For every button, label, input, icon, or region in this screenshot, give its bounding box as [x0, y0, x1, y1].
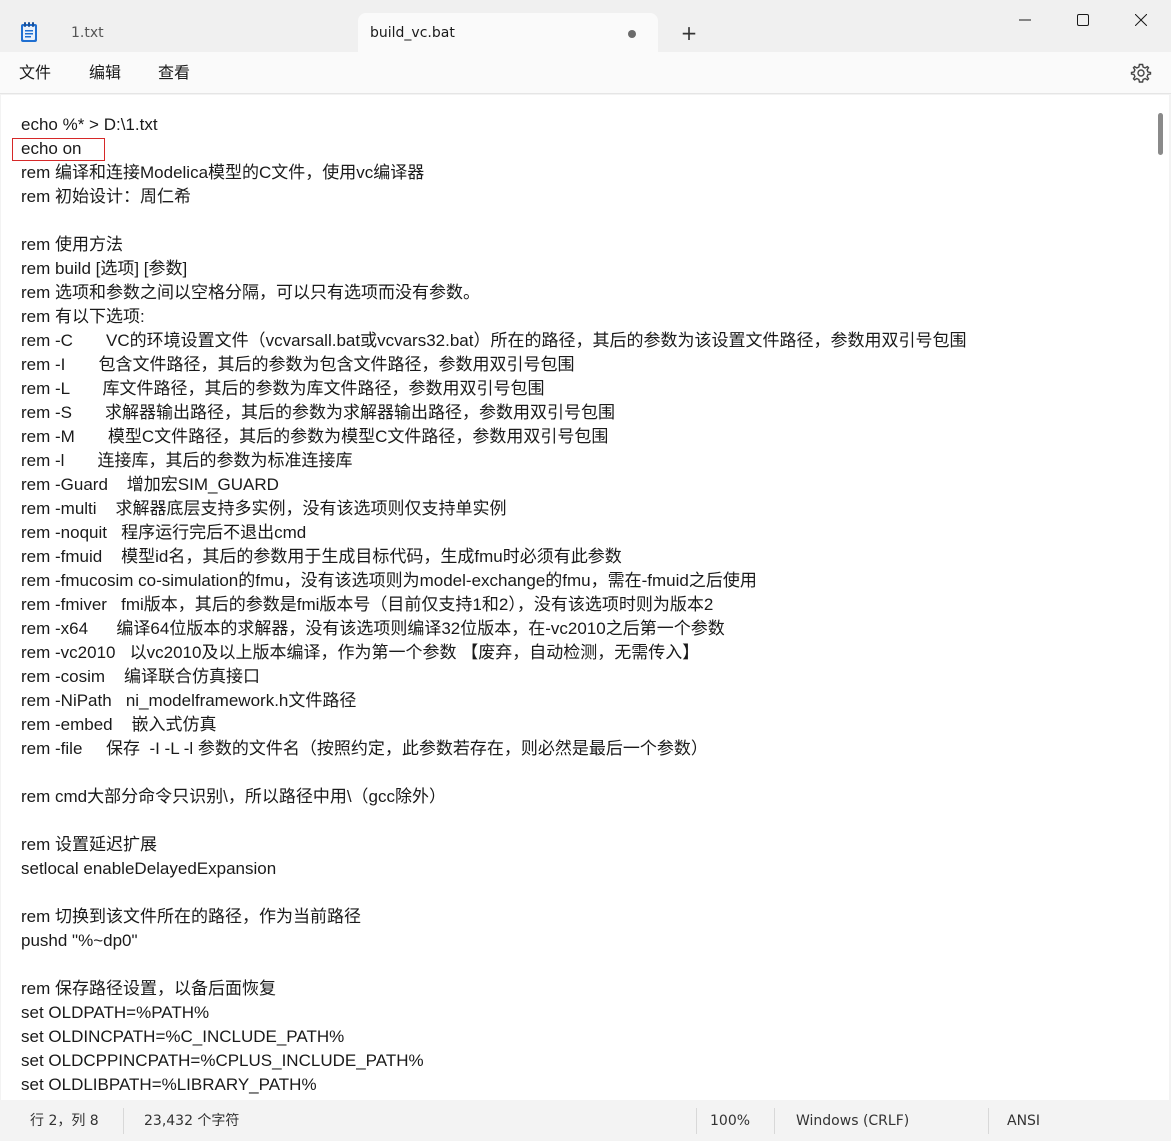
maximize-icon	[1077, 14, 1089, 26]
encoding[interactable]: ANSI	[1007, 1111, 1040, 1131]
status-divider	[123, 1108, 124, 1134]
minimize-button[interactable]	[996, 0, 1054, 40]
minimize-icon	[1019, 19, 1031, 21]
code-line: rem 设置延迟扩展	[21, 835, 157, 854]
code-line: rem 切换到该文件所在的路径，作为当前路径	[21, 907, 361, 926]
status-divider	[696, 1108, 697, 1134]
code-line: rem build [选项] [参数]	[21, 259, 188, 278]
code-line: rem -vc2010 以vc2010及以上版本编译，作为第一个参数 【废弃，自…	[21, 643, 700, 662]
code-line: rem -fmucosim co-simulation的fmu，没有该选项则为m…	[21, 571, 757, 590]
zoom-level[interactable]: 100%	[710, 1111, 750, 1131]
code-line: rem -I 包含文件路径，其后的参数为包含文件路径，参数用双引号包围	[21, 355, 575, 374]
code-line: rem 编译和连接Modelica模型的C文件，使用vc编译器	[21, 163, 425, 182]
vertical-scrollbar[interactable]	[1158, 113, 1163, 155]
tab-label: build_vc.bat	[370, 24, 455, 41]
close-button[interactable]	[1112, 0, 1170, 40]
status-divider	[988, 1108, 989, 1134]
tab-build-vc-bat[interactable]: build_vc.bat	[358, 13, 658, 52]
code-line: rem -M 模型C文件路径，其后的参数为模型C文件路径，参数用双引号包围	[21, 427, 609, 446]
menu-file[interactable]: 文件	[19, 61, 51, 85]
tab-label: 1.txt	[71, 24, 104, 41]
code-line: rem -Guard 增加宏SIM_GUARD	[21, 475, 279, 494]
code-line: echo on	[21, 139, 82, 158]
status-bar: 行 2，列 8 23,432 个字符 100% Windows (CRLF) A…	[0, 1100, 1171, 1141]
code-content[interactable]: echo %* > D:\1.txt echo on rem 编译和连接Modeli…	[21, 113, 966, 1097]
code-line: rem -file 保存 -I -L -l 参数的文件名（按照约定，此参数若存在…	[21, 739, 708, 758]
code-line: rem -fmuid 模型id名，其后的参数用于生成目标代码，生成fmu时必须有…	[21, 547, 622, 566]
code-line: rem 有以下选项:	[21, 307, 145, 326]
new-tab-button[interactable]: +	[672, 20, 706, 46]
code-line: rem 保存路径设置，以备后面恢复	[21, 979, 276, 998]
menu-bar: 文件 编辑 查看	[0, 52, 1171, 94]
code-line: setlocal enableDelayedExpansion	[21, 859, 277, 878]
maximize-button[interactable]	[1054, 0, 1112, 40]
code-line: rem cmd大部分命令只识别\，所以路径中用\（gcc除外）	[21, 787, 447, 806]
code-line: rem 使用方法	[21, 235, 123, 254]
status-divider	[774, 1108, 775, 1134]
gear-icon[interactable]	[1130, 62, 1152, 84]
code-line: rem 选项和参数之间以空格分隔，可以只有选项而没有参数。	[21, 283, 480, 302]
code-line: rem -NiPath ni_modelframework.h文件路径	[21, 691, 357, 710]
menu-edit[interactable]: 编辑	[89, 61, 121, 85]
code-line: set OLDLIBPATH=%LIBRARY_PATH%	[21, 1075, 317, 1094]
code-line: rem -embed 嵌入式仿真	[21, 715, 217, 734]
text-editor[interactable]: echo %* > D:\1.txt echo on rem 编译和连接Modeli…	[1, 95, 1169, 1100]
line-ending[interactable]: Windows (CRLF)	[796, 1111, 909, 1131]
code-line: rem -multi 求解器底层支持多实例，没有该选项则仅支持单实例	[21, 499, 507, 518]
code-line: echo %* > D:\1.txt	[21, 115, 158, 134]
menu-view[interactable]: 查看	[158, 61, 190, 85]
cursor-position: 行 2，列 8	[30, 1113, 99, 1129]
code-line: rem -x64 编译64位版本的求解器，没有该选项则编译32位版本，在-vc2…	[21, 619, 725, 638]
close-icon	[1135, 14, 1147, 26]
title-bar: 1.txt build_vc.bat +	[0, 0, 1171, 52]
unsaved-dot-icon[interactable]	[628, 30, 636, 38]
tab-1-txt[interactable]: 1.txt	[52, 13, 352, 52]
code-line: set OLDCPPINCPATH=%CPLUS_INCLUDE_PATH%	[21, 1051, 424, 1070]
code-line: rem -fmiver fmi版本，其后的参数是fmi版本号（目前仅支持1和2）…	[21, 595, 714, 614]
code-line: set OLDINCPATH=%C_INCLUDE_PATH%	[21, 1027, 345, 1046]
code-line: rem -C VC的环境设置文件（vcvarsall.bat或vcvars32.…	[21, 331, 967, 350]
code-line: rem -noquit 程序运行完后不退出cmd	[21, 523, 307, 542]
code-line: pushd "%~dp0"	[21, 931, 138, 950]
code-line: rem -l 连接库，其后的参数为标准连接库	[21, 451, 353, 470]
code-line: rem 初始设计：周仁希	[21, 187, 191, 206]
code-line: set OLDPATH=%PATH%	[21, 1003, 210, 1022]
code-line: rem -cosim 编译联合仿真接口	[21, 667, 260, 686]
selection-highlight-box	[12, 138, 105, 161]
code-line: rem -S 求解器输出路径，其后的参数为求解器输出路径，参数用双引号包围	[21, 403, 616, 422]
notepad-icon	[20, 21, 38, 43]
code-line: rem -L 库文件路径，其后的参数为库文件路径，参数用双引号包围	[21, 379, 545, 398]
char-count: 23,432 个字符	[144, 1113, 240, 1129]
